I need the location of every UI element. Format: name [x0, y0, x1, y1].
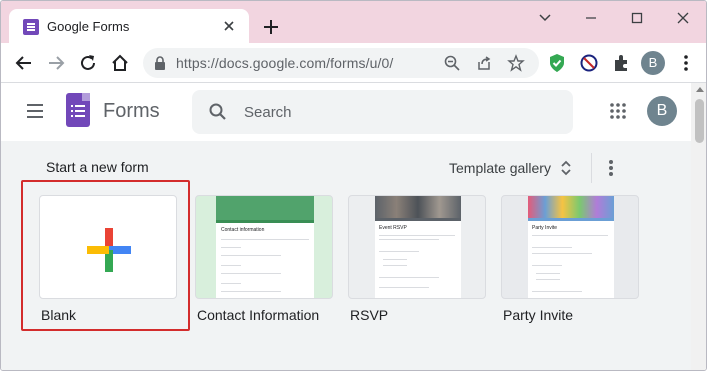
contact-form-heading: Contact information	[221, 227, 265, 233]
google-forms-favicon-icon	[23, 19, 39, 35]
url-text[interactable]: https://docs.google.com/forms/u/0/	[176, 55, 393, 71]
shield-extension-icon[interactable]	[546, 52, 568, 74]
minimize-icon[interactable]	[571, 5, 611, 31]
party-form-heading: Party Invite	[532, 225, 558, 231]
section-title: Start a new form	[46, 159, 149, 175]
template-label: Party Invite	[503, 307, 574, 323]
tab-search-chevron-icon[interactable]	[525, 5, 565, 31]
new-tab-icon[interactable]	[259, 15, 283, 39]
more-options-icon[interactable]	[601, 157, 621, 179]
blank-selection-highlight	[21, 180, 190, 331]
forms-logo-icon[interactable]	[66, 93, 90, 127]
rsvp-thumbnail[interactable]: Event RSVP	[348, 195, 486, 299]
address-bar[interactable]: https://docs.google.com/forms/u/0/	[143, 48, 539, 78]
extensions-puzzle-icon[interactable]	[610, 52, 632, 74]
forms-search-bar[interactable]: Search	[192, 90, 573, 134]
search-icon[interactable]	[208, 102, 228, 122]
header-divider	[591, 153, 592, 183]
forward-arrow-icon[interactable]	[45, 52, 67, 74]
share-icon[interactable]	[475, 54, 493, 72]
app-title[interactable]: Forms	[103, 100, 160, 123]
zoom-icon[interactable]	[443, 54, 461, 72]
google-apps-icon[interactable]	[609, 102, 627, 120]
party-form-preview: Party Invite	[528, 218, 614, 298]
blocker-extension-icon[interactable]	[578, 52, 600, 74]
tab-google-forms[interactable]: Google Forms	[9, 9, 249, 43]
browser-toolbar: https://docs.google.com/forms/u/0/ B	[1, 43, 706, 83]
lock-icon[interactable]	[151, 54, 169, 72]
window-close-icon[interactable]	[663, 5, 703, 31]
template-label: RSVP	[350, 307, 389, 323]
party-balloons-photo	[528, 196, 614, 218]
rsvp-header-photo	[375, 196, 461, 218]
party-invite-thumbnail[interactable]: Party Invite	[501, 195, 639, 299]
template-gallery-button[interactable]: Template gallery	[441, 151, 581, 185]
tab-title: Google Forms	[47, 19, 130, 34]
unfold-more-icon	[561, 160, 571, 176]
main-menu-icon[interactable]	[25, 101, 45, 121]
back-arrow-icon[interactable]	[13, 52, 35, 74]
template-label: Contact Information	[197, 307, 320, 323]
home-icon[interactable]	[109, 52, 131, 74]
scroll-up-arrow-icon[interactable]	[696, 87, 704, 92]
rsvp-form-preview: Event RSVP	[375, 218, 461, 298]
browser-menu-icon[interactable]	[675, 52, 697, 74]
reload-icon[interactable]	[77, 52, 99, 74]
forms-header: Forms Search B	[1, 83, 691, 141]
rsvp-form-heading: Event RSVP	[379, 225, 407, 231]
contact-information-thumbnail[interactable]: Contact information	[195, 195, 333, 299]
maximize-icon[interactable]	[617, 5, 657, 31]
browser-profile-avatar[interactable]: B	[641, 51, 665, 75]
tab-strip: Google Forms	[1, 1, 706, 43]
account-avatar[interactable]: B	[647, 96, 677, 126]
template-gallery-label: Template gallery	[449, 160, 551, 176]
page-scrollbar[interactable]	[691, 83, 706, 370]
contact-form-preview: Contact information	[216, 220, 314, 298]
bookmark-star-icon[interactable]	[507, 54, 525, 72]
contact-header-banner	[216, 196, 314, 220]
scroll-thumb[interactable]	[695, 99, 704, 143]
browser-window: Google Forms https://docs.google.com/for…	[0, 0, 707, 371]
close-tab-icon[interactable]	[219, 16, 239, 36]
search-placeholder[interactable]: Search	[244, 104, 292, 121]
